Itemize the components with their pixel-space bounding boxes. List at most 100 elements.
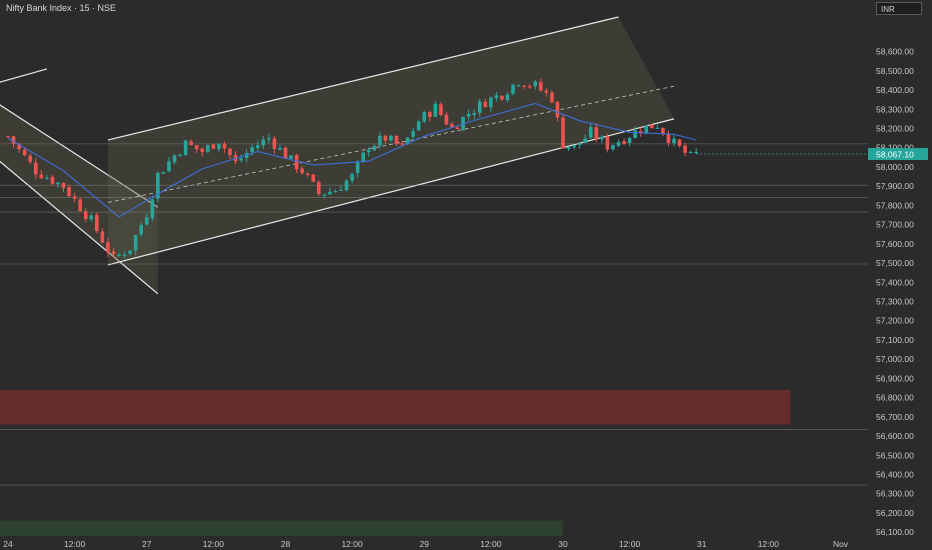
- candle[interactable]: [411, 131, 415, 137]
- time-axis[interactable]: 24 12:00 27 12:00 28 12:00 29 12:00 30 12:00 31 12:…: [3, 539, 849, 549]
- candle[interactable]: [616, 142, 621, 146]
- candle[interactable]: [677, 139, 682, 146]
- candle[interactable]: [305, 173, 310, 175]
- candle[interactable]: [633, 130, 637, 139]
- candle[interactable]: [683, 145, 687, 153]
- candle[interactable]: [672, 138, 676, 144]
- candle[interactable]: [522, 85, 526, 87]
- candle[interactable]: [83, 211, 88, 220]
- candle[interactable]: [366, 150, 371, 153]
- candle[interactable]: [172, 155, 177, 163]
- candle[interactable]: [661, 127, 665, 134]
- candle[interactable]: [144, 217, 149, 225]
- candle[interactable]: [372, 145, 377, 151]
- candle[interactable]: [33, 162, 38, 175]
- candle[interactable]: [267, 138, 271, 140]
- candle[interactable]: [255, 145, 260, 149]
- candle[interactable]: [472, 113, 476, 115]
- candle[interactable]: [650, 124, 654, 129]
- candle[interactable]: [500, 95, 504, 100]
- candle[interactable]: [466, 113, 471, 117]
- candle[interactable]: [355, 161, 360, 174]
- candle[interactable]: [483, 101, 488, 108]
- candle[interactable]: [694, 152, 698, 154]
- candle[interactable]: [189, 141, 193, 145]
- candle[interactable]: [344, 180, 349, 191]
- candle[interactable]: [394, 135, 399, 144]
- candle[interactable]: [106, 242, 110, 253]
- candle[interactable]: [128, 250, 132, 254]
- candle[interactable]: [539, 82, 543, 91]
- candle[interactable]: [333, 191, 338, 193]
- candle[interactable]: [167, 161, 171, 172]
- candle[interactable]: [45, 177, 49, 180]
- candle[interactable]: [150, 199, 155, 219]
- candle[interactable]: [272, 138, 277, 150]
- candle[interactable]: [588, 126, 593, 138]
- candle[interactable]: [494, 95, 499, 99]
- candle[interactable]: [161, 172, 166, 174]
- candle[interactable]: [22, 149, 27, 156]
- candle[interactable]: [378, 135, 382, 146]
- candle[interactable]: [489, 97, 493, 108]
- candle[interactable]: [511, 84, 515, 94]
- candle[interactable]: [389, 135, 393, 141]
- candle[interactable]: [655, 127, 660, 129]
- currency-selector[interactable]: INR: [876, 2, 922, 15]
- candle[interactable]: [56, 182, 60, 185]
- candle[interactable]: [477, 101, 482, 113]
- candle[interactable]: [50, 176, 55, 184]
- price-axis[interactable]: 58,600.00 58,500.00 58,400.00 58,300.00 58,2…: [868, 0, 932, 550]
- candle[interactable]: [133, 235, 138, 251]
- candle[interactable]: [206, 145, 210, 152]
- candle[interactable]: [78, 199, 82, 212]
- candle[interactable]: [239, 158, 243, 161]
- candle[interactable]: [278, 147, 282, 150]
- candle[interactable]: [95, 214, 99, 232]
- candle[interactable]: [505, 94, 510, 100]
- candle[interactable]: [72, 196, 77, 199]
- candle[interactable]: [622, 141, 626, 144]
- price-chart[interactable]: 58,600.00 58,500.00 58,400.00 58,300.00 58,2…: [0, 0, 932, 550]
- candle[interactable]: [627, 137, 632, 143]
- candle[interactable]: [555, 101, 560, 118]
- candle[interactable]: [350, 173, 354, 181]
- candle[interactable]: [439, 104, 443, 115]
- candle[interactable]: [428, 112, 432, 118]
- candle[interactable]: [6, 136, 10, 138]
- candle[interactable]: [28, 155, 32, 162]
- candle[interactable]: [561, 117, 565, 149]
- candle[interactable]: [572, 145, 576, 148]
- candle[interactable]: [194, 145, 199, 150]
- candle[interactable]: [217, 143, 221, 150]
- candle[interactable]: [228, 148, 232, 156]
- candle[interactable]: [183, 140, 188, 156]
- candle[interactable]: [444, 114, 449, 125]
- candle[interactable]: [222, 143, 227, 149]
- candle[interactable]: [178, 154, 182, 156]
- candle[interactable]: [289, 155, 293, 159]
- candle[interactable]: [311, 174, 316, 182]
- candle[interactable]: [361, 152, 365, 162]
- candle[interactable]: [200, 148, 205, 153]
- candle[interactable]: [688, 151, 693, 154]
- candle[interactable]: [117, 254, 121, 256]
- candle[interactable]: [544, 90, 549, 93]
- candle[interactable]: [605, 136, 610, 150]
- candle[interactable]: [433, 103, 438, 117]
- candle[interactable]: [577, 143, 582, 146]
- candle[interactable]: [533, 81, 538, 87]
- candle[interactable]: [516, 85, 521, 87]
- candle[interactable]: [122, 254, 127, 256]
- candle[interactable]: [139, 225, 143, 235]
- candle[interactable]: [550, 92, 554, 103]
- candle[interactable]: [211, 144, 216, 149]
- candle[interactable]: [67, 187, 71, 197]
- candle[interactable]: [666, 133, 671, 143]
- candle[interactable]: [111, 251, 116, 255]
- candle[interactable]: [566, 146, 571, 149]
- candle[interactable]: [611, 145, 615, 150]
- candle[interactable]: [89, 215, 94, 220]
- candle[interactable]: [100, 231, 105, 243]
- candle[interactable]: [300, 168, 304, 174]
